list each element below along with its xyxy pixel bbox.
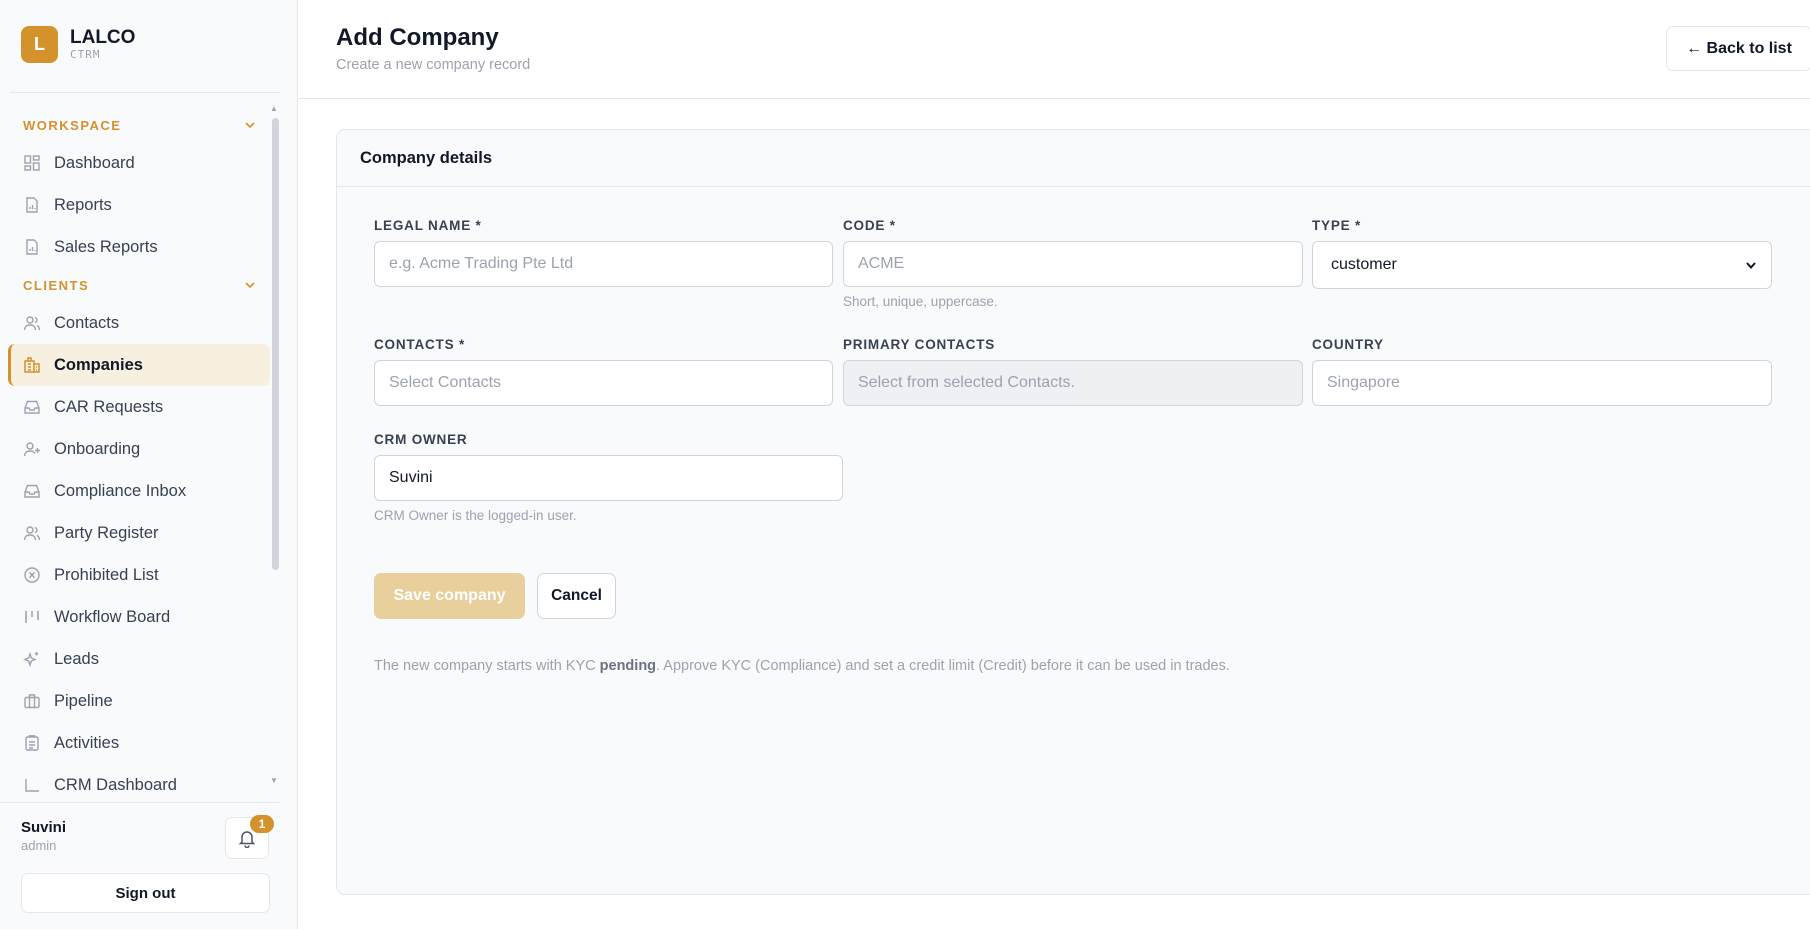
file-chart-icon (23, 196, 41, 214)
crm-owner-hint: CRM Owner is the logged-in user. (374, 508, 577, 523)
sidebar-scrollbar[interactable] (272, 118, 279, 570)
sidebar-item-crm-dashboard[interactable]: CRM Dashboard (8, 764, 270, 793)
brand-logo: L (21, 26, 58, 63)
clipboard-icon (23, 734, 41, 752)
cancel-button[interactable]: Cancel (537, 573, 616, 619)
brand-name: LALCO (70, 26, 136, 48)
chevron-down-icon (245, 282, 255, 289)
inbox-icon (23, 398, 41, 416)
sidebar-item-label: Compliance Inbox (54, 481, 187, 500)
primary-contacts-select: Select from selected Contacts. (843, 360, 1303, 406)
sidebar-item-label: CRM Dashboard (54, 775, 177, 794)
sidebar-item-label: Reports (54, 195, 112, 214)
code-label: CODE * (843, 218, 896, 233)
note-text: The new company starts with KYC (374, 658, 600, 674)
legal-name-label: LEGAL NAME * (374, 218, 482, 233)
chevron-down-icon (1746, 262, 1756, 270)
back-to-list-button[interactable]: ← Back to list (1666, 26, 1810, 71)
building-icon (23, 356, 41, 374)
sidebar-item-label: Workflow Board (54, 607, 171, 626)
sidebar-item-reports[interactable]: Reports (8, 184, 270, 226)
sidebar: L LALCO CTRM WORKSPACE Dashboard Reports… (0, 0, 298, 929)
sidebar-item-car-requests[interactable]: CAR Requests (8, 386, 270, 428)
user-plus-icon (23, 440, 41, 458)
users-icon (23, 524, 41, 542)
sidebar-item-party-register[interactable]: Party Register (8, 512, 270, 554)
sidebar-item-label: CAR Requests (54, 397, 164, 416)
sidebar-item-label: Sales Reports (54, 237, 158, 256)
user-role: admin (21, 838, 57, 853)
brand-sub: CTRM (70, 47, 101, 61)
type-select-value: customer (1331, 256, 1397, 273)
page-subtitle: Create a new company record (336, 57, 531, 73)
grid-icon (23, 154, 41, 172)
page-title: Add Company (336, 24, 499, 51)
sidebar-item-label: Contacts (54, 313, 120, 332)
sidebar-item-dashboard[interactable]: Dashboard (8, 142, 270, 184)
sidebar-item-label: Leads (54, 649, 99, 668)
type-select[interactable]: customer (1312, 241, 1772, 289)
contacts-select[interactable]: Select Contacts (374, 360, 833, 406)
code-input[interactable]: ACME (843, 241, 1303, 287)
sidebar-item-compliance-inbox[interactable]: Compliance Inbox (8, 470, 270, 512)
card-title: Company details (337, 130, 1810, 187)
sidebar-item-label: Companies (54, 355, 143, 374)
sidebar-footer: Suvini admin 1 Sign out (0, 802, 280, 913)
users-icon (23, 314, 41, 332)
sidebar-nav: WORKSPACE Dashboard Reports Sales Report… (8, 108, 270, 793)
section-label: WORKSPACE (23, 117, 122, 133)
file-chart-icon (23, 238, 41, 256)
section-label: CLIENTS (23, 277, 90, 293)
kyc-note: The new company starts with KYC pending.… (374, 658, 1230, 674)
section-workspace[interactable]: WORKSPACE (8, 108, 270, 142)
sidebar-item-label: Onboarding (54, 439, 141, 458)
type-label: TYPE * (1312, 218, 1362, 233)
note-status: pending (599, 658, 657, 674)
sidebar-item-sales-reports[interactable]: Sales Reports (8, 226, 270, 268)
note-text: . Approve KYC (Compliance) and set a cre… (656, 658, 1230, 674)
notification-count-badge: 1 (250, 815, 274, 833)
legal-name-input[interactable]: e.g. Acme Trading Pte Ltd (374, 241, 833, 287)
crm-owner-label: CRM OWNER (374, 432, 468, 447)
page-header: Add Company Create a new company record … (298, 0, 1810, 99)
sidebar-item-label: Dashboard (54, 153, 135, 172)
crm-owner-input[interactable]: Suvini (374, 455, 843, 501)
sidebar-item-contacts[interactable]: Contacts (8, 302, 270, 344)
sidebar-item-onboarding[interactable]: Onboarding (8, 428, 270, 470)
chevron-down-icon (245, 122, 255, 129)
sidebar-item-workflow-board[interactable]: Workflow Board (8, 596, 270, 638)
sidebar-item-label: Pipeline (54, 691, 113, 710)
sidebar-item-label: Activities (54, 733, 120, 752)
sidebar-item-leads[interactable]: Leads (8, 638, 270, 680)
contacts-label: CONTACTS * (374, 337, 465, 352)
sidebar-item-companies[interactable]: Companies (8, 344, 270, 386)
inbox-icon (23, 482, 41, 500)
sign-out-button[interactable]: Sign out (21, 873, 270, 913)
country-label: COUNTRY (1312, 337, 1384, 352)
sidebar-item-label: Party Register (54, 523, 159, 542)
sparkle-icon (23, 650, 41, 668)
briefcase-icon (23, 692, 41, 710)
x-circle-icon (23, 566, 41, 584)
section-clients[interactable]: CLIENTS (8, 268, 270, 302)
scroll-up-arrow[interactable]: ▲ (270, 104, 278, 113)
sidebar-item-label: Prohibited List (54, 565, 159, 584)
user-name: Suvini (21, 819, 67, 836)
kanban-icon (23, 608, 41, 626)
sidebar-item-activities[interactable]: Activities (8, 722, 270, 764)
chart-icon (23, 776, 41, 793)
sidebar-item-pipeline[interactable]: Pipeline (8, 680, 270, 722)
primary-contacts-label: PRIMARY CONTACTS (843, 337, 996, 352)
code-hint: Short, unique, uppercase. (843, 294, 998, 309)
scroll-down-arrow[interactable]: ▼ (270, 776, 278, 785)
sidebar-item-prohibited-list[interactable]: Prohibited List (8, 554, 270, 596)
country-input[interactable]: Singapore (1312, 360, 1772, 406)
brand[interactable]: L LALCO CTRM (21, 26, 135, 63)
divider (10, 92, 280, 93)
save-company-button[interactable]: Save company (374, 573, 525, 619)
